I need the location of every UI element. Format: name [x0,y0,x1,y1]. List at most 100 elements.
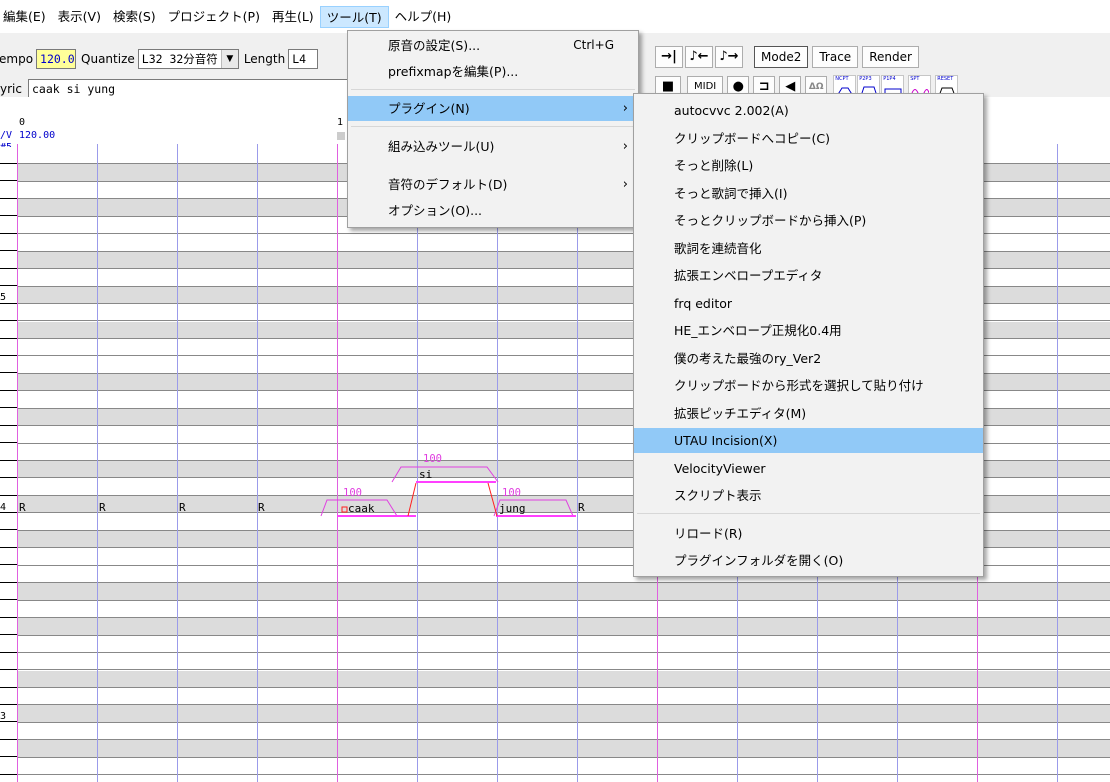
piano-key[interactable] [0,548,17,566]
plugin-menu-item[interactable]: UTAU Incision(X) [634,428,983,453]
piano-key[interactable] [0,740,17,758]
piano-key[interactable] [0,653,17,671]
plugin-menu-item-label: プラグインフォルダを開く(O) [674,553,844,568]
menu-help[interactable]: ヘルプ(H) [389,6,458,28]
jung-velocity: 100 [502,487,521,499]
app-window: 編集(E) 表示(V) 検索(S) プロジェクト(P) 再生(L) ツール(T)… [0,0,1110,782]
plugin-menu-item[interactable]: プラグインフォルダを開く(O) [634,548,983,573]
tools-menu-item-label: プラグイン(N) [388,101,470,116]
plugin-menu-item-label: そっと削除(L) [674,158,754,173]
note-row[interactable] [17,740,1110,758]
chevron-down-icon[interactable]: ▼ [220,50,238,68]
plugin-menu-item-label: リロード(R) [674,525,743,541]
tools-menu-item-label: 原音の設定(S)... [388,38,481,53]
lyric-field[interactable]: caak si yung [27,79,348,99]
plugin-menu-item[interactable]: 僕の考えた最強のry_Ver2 [634,346,983,371]
note-left-icon[interactable]: ♪← [685,46,713,68]
p1p4-label: P1P4 [883,76,896,82]
menu-project[interactable]: プロジェクト(P) [162,6,266,28]
plugin-menu-item[interactable]: VelocityViewer [634,456,983,481]
quantize-select[interactable]: L32 32分音符 ▼ [137,49,239,69]
menubar: 編集(E) 表示(V) 検索(S) プロジェクト(P) 再生(L) ツール(T)… [0,0,1110,33]
menu-play[interactable]: 再生(L) [266,6,320,28]
caak-velocity: 100 [343,487,362,499]
plugin-menu-item[interactable]: そっと歌詞で挿入(I) [634,181,983,206]
tempo-field[interactable]: 120.0 [36,49,77,69]
menu-view[interactable]: 表示(V) [52,6,107,28]
plugin-menu-item[interactable]: 歌詞を連続音化 [634,236,983,261]
quantize-label: Quantize [81,52,135,66]
length-label: Length [243,52,286,66]
piano-key[interactable] [0,722,17,740]
tools-menu-item[interactable]: オプション(O)... [348,198,638,223]
note-row[interactable] [17,670,1110,688]
plugin-menu-item[interactable]: 拡張ピッチエディタ(M) [634,401,983,426]
note-row[interactable] [17,601,1110,619]
plugin-menu-item-label: VelocityViewer [674,460,766,476]
toolbar-row-1: empo 120.0 Quantize L32 32分音符 ▼ Length L… [0,47,319,71]
length-field[interactable]: L4 [288,49,319,69]
plugin-menu-item[interactable]: そっとクリップボードから挿入(P) [634,208,983,233]
tools-menu-item-label: prefixmapを編集(P)... [388,64,519,79]
piano-key[interactable] [0,600,17,618]
plugin-menu-item[interactable]: 拡張エンベロープエディタ [634,263,983,288]
note-row[interactable] [17,688,1110,706]
chevron-right-icon: › [622,101,628,116]
render-button[interactable]: Render [862,46,919,68]
plugin-menu-item-label: クリップボードから形式を選択して貼り付け [674,378,924,393]
caak-lyric[interactable]: caak [348,503,375,515]
menu-edit[interactable]: 編集(E) [0,6,52,28]
tools-menu-item[interactable]: 原音の設定(S)... Ctrl+G [348,33,638,58]
menu-tools[interactable]: ツール(T) [319,5,389,28]
note-row[interactable] [17,636,1110,653]
plugin-menu-item-label: クリップボードへコピー(C) [674,130,830,146]
mode2-button[interactable]: Mode2 [754,46,809,68]
note-row[interactable] [17,583,1110,601]
plugin-menu-item[interactable]: autocvvc 2.002(A) [634,98,983,123]
skip-end-icon[interactable]: →| [655,46,683,68]
tools-menu-item-label: オプション(O)... [388,203,483,218]
si-lyric[interactable]: si [419,469,432,481]
menu-separator [351,126,635,127]
plugin-menu-item-label: frq editor [674,295,733,311]
menu-search[interactable]: 検索(S) [107,6,162,28]
piano-key[interactable] [0,583,17,601]
note-row[interactable] [17,618,1110,636]
lyric-label: yric [0,82,22,96]
jung-lyric[interactable]: jung [499,503,526,515]
plugin-menu-item[interactable]: リロード(R) [634,521,983,546]
plugin-menu-item[interactable]: HE_エンベロープ正規化0.4用 [634,318,983,343]
plugin-submenu: autocvvc 2.002(A) クリップボードへコピー(C) そっと削除(L) そ… [633,93,984,577]
plugin-menu-item-label: 僕の考えた最強のry_Ver2 [674,350,822,366]
piano-key[interactable] [0,687,17,705]
plugin-menu-item[interactable]: そっと削除(L) [634,153,983,178]
note-right-icon[interactable]: ♪→ [715,46,743,68]
plugin-menu-item-label: HE_エンベロープ正規化0.4用 [674,323,842,338]
trace-button[interactable]: Trace [812,46,859,68]
piano-key[interactable] [0,670,17,688]
caak-marker [341,506,348,513]
plugin-menu-item[interactable]: frq editor [634,291,983,316]
piano-key[interactable] [0,757,17,775]
note-row[interactable] [17,653,1110,671]
piano-key[interactable] [0,530,17,548]
menu-separator [637,512,980,514]
plugin-menu-item[interactable]: クリップボードから形式を選択して貼り付け [634,373,983,398]
note-row[interactable] [17,723,1110,741]
note-row[interactable] [17,758,1110,776]
tools-menu-item[interactable]: prefixmapを編集(P)... [348,59,638,84]
chevron-right-icon: › [622,139,628,154]
note-row[interactable] [17,705,1110,723]
plugin-menu-item[interactable]: スクリプト表示 [634,483,983,508]
piano-key[interactable] [0,618,17,636]
tools-menu-item[interactable]: 音符のデフォルト(D) › [348,172,638,197]
reset-label: RESET [937,76,954,82]
tools-menu-item[interactable]: 組み込みツール(U) › [348,134,638,159]
tools-menu-item[interactable]: プラグイン(N) › [348,96,638,121]
beat-line [1057,144,1058,782]
transport-buttons: →| ♪← ♪→ Mode2 Trace Render [655,45,919,69]
piano-key[interactable] [0,635,17,653]
piano-key[interactable] [0,565,17,583]
plugin-menu-item[interactable]: クリップボードへコピー(C) [634,126,983,151]
tempo-label: empo [0,52,34,66]
